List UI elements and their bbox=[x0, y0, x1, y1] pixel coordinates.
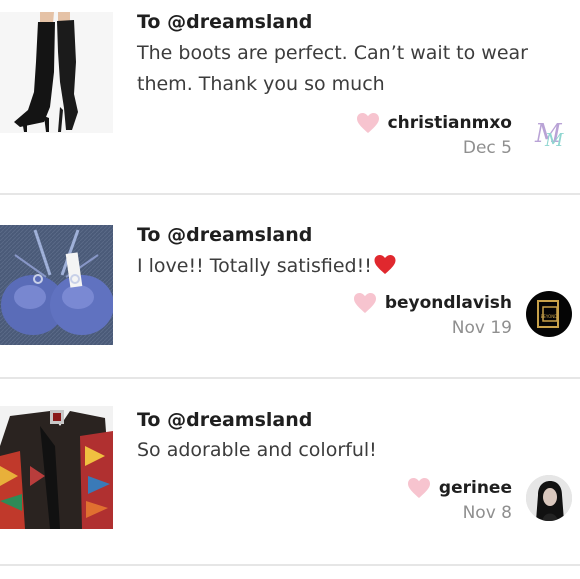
comment-text: I love!! Totally satisfied!! bbox=[137, 251, 567, 282]
product-thumbnail-cardigan[interactable] bbox=[0, 406, 113, 529]
avatar[interactable]: M M bbox=[526, 108, 572, 154]
avatar[interactable] bbox=[526, 475, 572, 521]
recipient-label: To @dreamsland bbox=[137, 409, 313, 431]
divider bbox=[0, 564, 580, 566]
heart-icon[interactable] bbox=[407, 477, 431, 499]
comment-row: To @dreamsland I love!! Totally satisfie… bbox=[0, 195, 580, 377]
username[interactable]: beyondlavish bbox=[385, 293, 512, 313]
comment-date: Nov 8 bbox=[462, 503, 512, 523]
comment-text: The boots are perfect. Can’t wait to wea… bbox=[137, 42, 528, 95]
username[interactable]: gerinee bbox=[439, 478, 512, 498]
avatar-brand-text: BEYOND bbox=[541, 314, 558, 319]
username[interactable]: christianmxo bbox=[388, 113, 512, 133]
comment-row: To @dreamsland The boots are perfect. Ca… bbox=[0, 0, 580, 193]
recipient-label: To @dreamsland bbox=[137, 224, 313, 246]
comment-row: To @dreamsland So adorable and colorful!… bbox=[0, 379, 580, 564]
username-link[interactable]: gerinee bbox=[407, 477, 512, 499]
heart-icon[interactable] bbox=[356, 112, 380, 134]
username-link[interactable]: christianmxo bbox=[356, 112, 512, 134]
red-heart-emoji-icon bbox=[374, 254, 396, 275]
username-link[interactable]: beyondlavish bbox=[353, 292, 512, 314]
comment-text-body: I love!! Totally satisfied!! bbox=[137, 255, 372, 277]
comment-date: Nov 19 bbox=[451, 318, 512, 338]
product-thumbnail-boots[interactable] bbox=[0, 12, 113, 133]
comment-text: So adorable and colorful! bbox=[137, 439, 377, 461]
heart-icon[interactable] bbox=[353, 292, 377, 314]
comment-date: Dec 5 bbox=[462, 138, 512, 158]
product-thumbnail-bra[interactable] bbox=[0, 225, 113, 345]
svg-text:M: M bbox=[544, 130, 564, 151]
recipient-label: To @dreamsland bbox=[137, 11, 313, 33]
avatar[interactable]: BEYOND bbox=[526, 291, 572, 337]
